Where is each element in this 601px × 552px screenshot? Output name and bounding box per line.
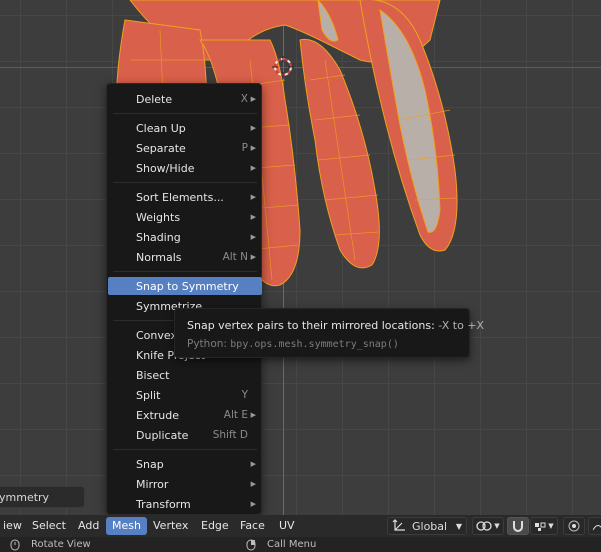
menu-item-clean-up[interactable]: Clean Up ▶ <box>108 119 262 137</box>
menu-separator <box>113 449 257 450</box>
menu-item-show-hide[interactable]: Show/Hide ▶ <box>108 159 262 177</box>
submenu-arrow-icon: ▶ <box>250 233 256 241</box>
falloff-curve-icon <box>593 525 601 531</box>
menu-item-weights[interactable]: Weights ▶ <box>108 208 262 226</box>
orientation-dropdown[interactable]: Global ▼ <box>387 517 467 535</box>
status-rotate-view: Rotate View <box>31 539 91 550</box>
menu-item-snap[interactable]: Snap ▶ <box>108 455 262 473</box>
submenu-arrow-icon: ▶ <box>250 193 256 201</box>
submenu-arrow-icon: ▶ <box>250 500 256 508</box>
menu-view[interactable]: iew <box>0 517 28 535</box>
viewport-header: iew Select Add Mesh Vertex Edge Face UV … <box>0 515 601 537</box>
3d-viewport[interactable] <box>0 0 601 515</box>
menu-separator <box>113 182 257 183</box>
chevron-down-icon: ▼ <box>455 521 462 531</box>
proportional-falloff-dropdown[interactable] <box>588 517 601 535</box>
submenu-arrow-icon: ▶ <box>250 95 256 103</box>
menu-select[interactable]: Select <box>26 517 72 535</box>
status-call-menu: Call Menu <box>267 539 317 550</box>
status-bar: Rotate View Call Menu <box>0 537 601 552</box>
mouse-right-icon <box>246 539 256 551</box>
menu-item-snap-to-symmetry[interactable]: Snap to Symmetry <box>108 277 262 295</box>
menu-item-mirror[interactable]: Mirror ▶ <box>108 475 262 493</box>
hand-mesh <box>115 0 458 287</box>
menu-add[interactable]: Add <box>72 517 105 535</box>
menu-item-separate[interactable]: Separate P ▶ <box>108 139 262 157</box>
menu-item-bisect[interactable]: Bisect <box>108 366 262 384</box>
menu-separator <box>113 271 257 272</box>
menu-mesh[interactable]: Mesh <box>106 517 147 535</box>
menu-item-extrude[interactable]: Extrude Alt E ▶ <box>108 406 262 424</box>
submenu-arrow-icon: ▶ <box>250 164 256 172</box>
snap-increment-icon <box>535 522 546 531</box>
snap-target-dropdown[interactable]: ▼ <box>530 517 558 535</box>
submenu-arrow-icon: ▶ <box>250 213 256 221</box>
submenu-arrow-icon: ▶ <box>250 480 256 488</box>
chevron-down-icon: ▼ <box>548 522 554 530</box>
menu-vertex[interactable]: Vertex <box>147 517 194 535</box>
proportional-edit-toggle[interactable] <box>563 517 585 535</box>
pivot-link-icon <box>476 521 492 531</box>
tooltip: Snap vertex pairs to their mirrored loca… <box>174 308 484 358</box>
menu-item-shading[interactable]: Shading ▶ <box>108 228 262 246</box>
menu-edge[interactable]: Edge <box>195 517 235 535</box>
snap-toggle[interactable] <box>507 517 529 535</box>
3d-cursor-icon[interactable] <box>272 56 294 78</box>
submenu-arrow-icon: ▶ <box>250 460 256 468</box>
orientation-axes-icon <box>392 519 405 531</box>
submenu-arrow-icon: ▶ <box>250 144 256 152</box>
menu-face[interactable]: Face <box>234 517 271 535</box>
tooltip-description: Snap vertex pairs to their mirrored loca… <box>187 319 485 332</box>
menu-item-delete[interactable]: Delete X ▶ <box>108 90 262 108</box>
mesh-menu: Delete X ▶ Clean Up ▶ Separate P ▶ Show/… <box>106 83 262 515</box>
magnet-icon <box>513 521 523 532</box>
menu-separator <box>113 113 257 114</box>
last-operator-panel[interactable]: ymmetry <box>0 486 85 508</box>
submenu-arrow-icon: ▶ <box>250 411 256 419</box>
menu-item-split[interactable]: Split Y ▶ <box>108 386 262 404</box>
proportional-edit-icon <box>568 520 580 532</box>
chevron-down-icon: ▼ <box>494 522 500 530</box>
submenu-arrow-icon: ▶ <box>250 124 256 132</box>
submenu-arrow-icon: ▶ <box>250 253 256 261</box>
pivot-point-dropdown[interactable]: ▼ <box>472 517 504 535</box>
menu-item-sort-elements[interactable]: Sort Elements... ▶ <box>108 188 262 206</box>
tooltip-python: Python: bpy.ops.mesh.symmetry_snap() <box>187 338 399 350</box>
menu-uv[interactable]: UV <box>273 517 301 535</box>
mouse-middle-icon <box>10 539 20 551</box>
menu-item-duplicate[interactable]: Duplicate Shift D ▶ <box>108 426 262 444</box>
menu-item-normals[interactable]: Normals Alt N ▶ <box>108 248 262 266</box>
menu-item-transform[interactable]: Transform ▶ <box>108 495 262 513</box>
